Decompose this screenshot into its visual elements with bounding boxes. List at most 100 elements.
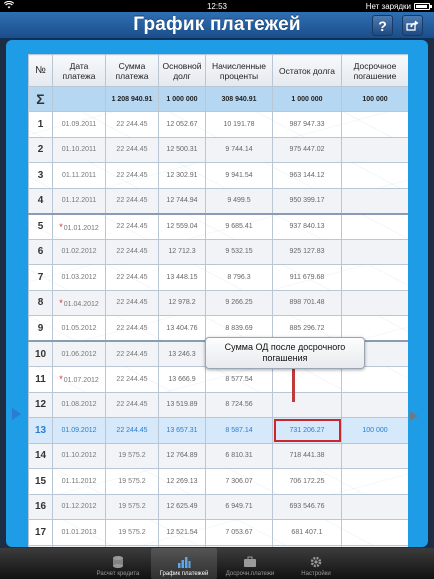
early-payment-amount bbox=[341, 544, 408, 547]
remaining-balance: 950 399.17 bbox=[272, 187, 342, 215]
remaining-balance: 718 441.38 bbox=[272, 442, 342, 469]
table-row[interactable]: 7 01.03.2012 22 244.45 13 448.15 8 796.3 911 … bbox=[28, 264, 408, 291]
column-header: Досрочное погашение bbox=[341, 54, 408, 87]
principal-amount: 12 052.67 bbox=[158, 111, 206, 138]
callout-text-line2: погашения bbox=[262, 353, 308, 363]
row-number: 5 bbox=[28, 213, 53, 240]
table-row[interactable]: 15 01.11.2012 19 575.2 12 269.13 7 306.07 706… bbox=[28, 468, 408, 495]
early-payment-amount bbox=[341, 264, 408, 291]
tab-coins[interactable]: Расчет кредита bbox=[85, 548, 151, 579]
row-number: 11 bbox=[28, 366, 53, 393]
payment-date-text: 01.10.2011 bbox=[61, 146, 97, 154]
payment-date: 01.03.2012 bbox=[52, 264, 106, 291]
payment-date: 01.11.2012 bbox=[52, 468, 106, 495]
table-row[interactable]: 3 01.11.2011 22 244.45 12 302.91 9 941.54 963… bbox=[28, 162, 408, 189]
briefcase-icon bbox=[243, 555, 257, 569]
interest-amount: 9 744.14 bbox=[205, 136, 273, 163]
payment-amount: 22 244.45 bbox=[105, 111, 159, 138]
table-row[interactable]: 2 01.10.2011 22 244.45 12 500.31 9 744.14 975… bbox=[28, 136, 408, 163]
remaining-balance: 731 206.27 bbox=[272, 417, 342, 444]
payment-date-text: 01.04.2012 bbox=[63, 300, 99, 308]
tab-gear[interactable]: Настройки bbox=[283, 548, 349, 579]
tab-bar-chart[interactable]: График платежей bbox=[151, 548, 217, 579]
row-number: 7 bbox=[28, 264, 53, 291]
early-payment-amount bbox=[341, 391, 408, 418]
tab-briefcase[interactable]: Досрочн.платежи bbox=[217, 548, 283, 579]
remaining-balance: 937 840.13 bbox=[272, 213, 342, 240]
total-principal: 1 000 000 bbox=[158, 86, 206, 112]
payment-amount: 22 244.45 bbox=[105, 213, 159, 240]
interest-amount: 6 945.62 bbox=[205, 544, 273, 547]
payment-date: 01.02.2013 bbox=[52, 544, 106, 547]
table-row[interactable]: 8 *01.04.2012 22 244.45 12 978.2 9 266.25 898… bbox=[28, 289, 408, 316]
table-row[interactable]: 16 01.12.2012 19 575.2 12 625.49 6 949.71 693… bbox=[28, 493, 408, 520]
principal-amount: 12 500.31 bbox=[158, 136, 206, 163]
table-row[interactable]: 13 01.09.2012 22 244.45 13 657.31 8 587.14 73… bbox=[28, 417, 408, 444]
remaining-balance bbox=[272, 366, 342, 393]
tab-bar: Расчет кредита График платежей Досрочн.пла… bbox=[0, 548, 434, 579]
principal-amount: 12 712.3 bbox=[158, 238, 206, 265]
column-header: Дата платежа bbox=[52, 54, 106, 87]
table-row[interactable]: 11 *01.07.2012 22 244.45 13 666.9 8 577.54 bbox=[28, 366, 408, 393]
mark-icon: * bbox=[59, 374, 63, 385]
total-balance: 1 000 000 bbox=[272, 86, 342, 112]
row-number: 8 bbox=[28, 289, 53, 316]
early-payment-amount bbox=[341, 289, 408, 316]
totals-row: Σ1 208 940.91 1 000 000 308 940.91 1 000 00… bbox=[28, 86, 408, 112]
table-row[interactable]: 1801.02.201319 575.212 561.586 945.62 bbox=[28, 544, 408, 547]
payment-amount: 22 244.45 bbox=[105, 391, 159, 418]
payment-amount: 22 244.45 bbox=[105, 315, 159, 342]
payment-amount: 22 244.45 bbox=[105, 136, 159, 163]
payment-amount: 22 244.45 bbox=[105, 417, 159, 444]
interest-amount: 6 949.71 bbox=[205, 493, 273, 520]
table-row[interactable]: 4 01.12.2011 22 244.45 12 744.94 9 499.5 950 … bbox=[28, 187, 408, 215]
mark-icon: * bbox=[59, 297, 63, 308]
table-row[interactable]: 12 01.08.2012 22 244.45 13 519.89 8 724.56 bbox=[28, 391, 408, 418]
table-row[interactable]: 6 01.02.2012 22 244.45 12 712.3 9 532.15 925 … bbox=[28, 238, 408, 265]
column-header: Сумма платежа bbox=[105, 54, 159, 87]
principal-amount: 13 448.15 bbox=[158, 264, 206, 291]
payment-date: 01.09.2012 bbox=[52, 417, 106, 444]
tab-label: График платежей bbox=[159, 571, 209, 577]
early-payment-amount bbox=[341, 136, 408, 163]
row-number: 6 bbox=[28, 238, 53, 265]
payment-date-text: 01.06.2012 bbox=[61, 350, 97, 358]
payment-date: 01.05.2012 bbox=[52, 315, 106, 342]
principal-amount: 13 657.31 bbox=[158, 417, 206, 444]
row-number: 9 bbox=[28, 315, 53, 342]
table-header-row: № Дата платежа Сумма платежа Основной долг Н… bbox=[28, 54, 408, 87]
table-row[interactable]: 1 01.09.2011 22 244.45 12 052.67 10 191.78 98… bbox=[28, 111, 408, 138]
payment-date-text: 01.11.2012 bbox=[61, 477, 97, 485]
share-button[interactable] bbox=[402, 15, 423, 36]
payment-date: 01.06.2012 bbox=[52, 340, 106, 367]
row-number: 4 bbox=[28, 187, 53, 215]
bar-chart-icon bbox=[177, 555, 191, 569]
principal-amount: 13 246.3 bbox=[158, 340, 206, 367]
interest-amount: 8 587.14 bbox=[205, 417, 273, 444]
principal-amount: 12 561.58 bbox=[158, 544, 206, 547]
interest-amount: 8 577.54 bbox=[205, 366, 273, 393]
coins-icon bbox=[111, 555, 125, 569]
payment-date: *01.07.2012 bbox=[52, 366, 106, 393]
payment-date-text: 01.09.2012 bbox=[61, 426, 97, 434]
principal-amount: 12 744.94 bbox=[158, 187, 206, 215]
column-header: Начисленные проценты bbox=[205, 54, 273, 87]
row-number: 1 bbox=[28, 111, 53, 138]
row-number: 16 bbox=[28, 493, 53, 520]
row-disclosure-arrow-icon[interactable] bbox=[410, 411, 418, 421]
principal-amount: 12 521.54 bbox=[158, 519, 206, 546]
remaining-balance bbox=[272, 544, 342, 547]
payment-schedule-table: № Дата платежа Сумма платежа Основной долг Н… bbox=[28, 54, 408, 547]
payment-date: 01.02.2012 bbox=[52, 238, 106, 265]
table-row[interactable]: 14 01.10.2012 19 575.2 12 764.89 6 810.31 718… bbox=[28, 442, 408, 469]
principal-amount: 12 302.91 bbox=[158, 162, 206, 189]
early-payment-amount bbox=[341, 519, 408, 546]
row-number: 10 bbox=[28, 340, 53, 367]
payment-schedule-table-wrap[interactable]: № Дата платежа Сумма платежа Основной долг Н… bbox=[28, 54, 408, 547]
payment-date-text: 01.01.2012 bbox=[63, 224, 99, 232]
remaining-balance: 987 947.33 bbox=[272, 111, 342, 138]
payment-amount: 19 575.2 bbox=[105, 442, 159, 469]
table-row[interactable]: 17 01.01.2013 19 575.2 12 521.54 7 053.67 681… bbox=[28, 519, 408, 546]
help-button[interactable]: ? bbox=[372, 15, 393, 36]
table-row[interactable]: 5 *01.01.2012 22 244.45 12 559.04 9 685.41 93… bbox=[28, 213, 408, 240]
